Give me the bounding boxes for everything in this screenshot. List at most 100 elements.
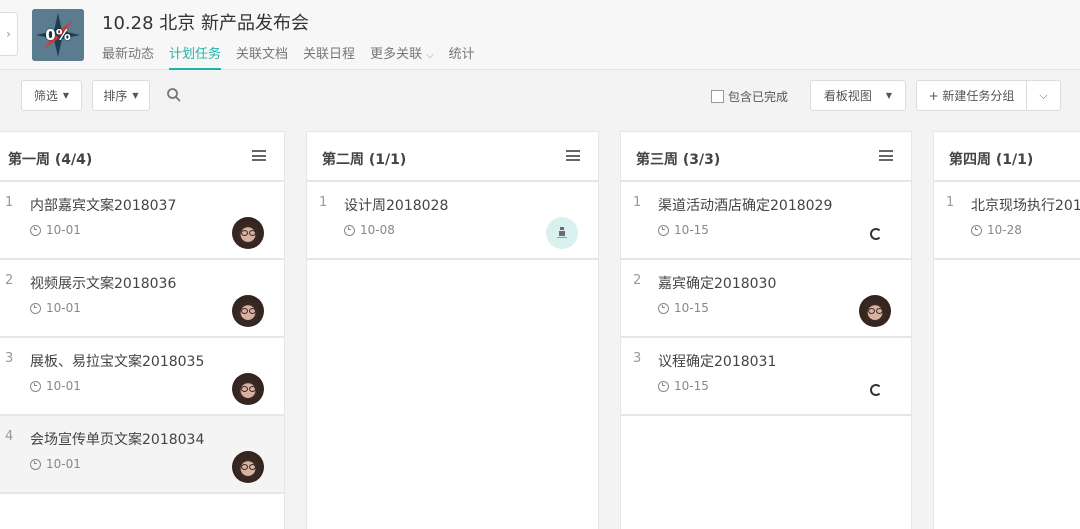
sidebar-expand-button[interactable]: ›	[0, 12, 18, 56]
column-header: 第一周 (4/4)	[0, 132, 284, 182]
filter-button-label: 筛选	[33, 89, 58, 103]
task-card[interactable]: 1 设计周2018028 10-08	[307, 182, 598, 260]
avatar[interactable]	[232, 451, 264, 483]
task-due-date: 10-01	[30, 301, 81, 315]
task-number: 2	[633, 273, 642, 288]
new-task-group-button[interactable]: + 新建任务分组	[916, 80, 1027, 111]
clock-icon	[30, 224, 41, 236]
task-column-week4: 第四周 (1/1) 1 北京现场执行2018032 10-28	[933, 131, 1080, 529]
task-date-text: 10-28	[987, 223, 1022, 237]
clock-icon	[344, 224, 355, 236]
task-card[interactable]: 2 视频展示文案2018036 10-01	[0, 260, 284, 338]
user-logo-icon	[557, 227, 567, 238]
sort-button[interactable]: 排序 ▼	[92, 80, 150, 111]
task-number: 1	[946, 195, 955, 210]
clock-icon	[30, 458, 41, 470]
task-title[interactable]: 嘉宾确定2018030	[658, 273, 776, 293]
include-completed-toggle[interactable]: 包含已完成	[711, 88, 788, 105]
task-date-text: 10-08	[360, 223, 395, 237]
task-card[interactable]: 3 议程确定2018031 10-15	[621, 338, 911, 416]
include-completed-label: 包含已完成	[728, 90, 789, 104]
loading-spinner-icon	[870, 228, 882, 240]
task-card[interactable]: 4 会场宣传单页文案2018034 10-01	[0, 416, 284, 494]
task-card[interactable]: 2 嘉宾确定2018030 10-15	[621, 260, 911, 338]
project-tabs: 最新动态 计划任务 关联文档 关联日程 更多关联 ⌵ 统计	[102, 43, 490, 70]
task-title[interactable]: 内部嘉宾文案2018037	[30, 195, 176, 215]
tab-latest[interactable]: 最新动态	[102, 43, 154, 70]
task-column-week2: 第二周 (1/1) 1 设计周2018028 10-08	[306, 131, 599, 529]
task-date-text: 10-01	[46, 301, 81, 315]
project-logo: 0%	[32, 9, 84, 61]
task-title[interactable]: 渠道活动酒店确定2018029	[658, 195, 832, 215]
sort-button-label: 排序	[103, 89, 128, 103]
task-card[interactable]: 1 渠道活动酒店确定2018029 10-15	[621, 182, 911, 260]
avatar[interactable]	[232, 295, 264, 327]
task-card[interactable]: 3 展板、易拉宝文案2018035 10-01	[0, 338, 284, 416]
chevron-down-icon: ⌵	[426, 50, 434, 61]
tab-related-docs[interactable]: 关联文档	[236, 43, 288, 70]
task-due-date: 10-01	[30, 379, 81, 393]
view-select-label: 看板视图	[823, 89, 872, 103]
task-number: 1	[633, 195, 642, 210]
menu-icon[interactable]	[252, 150, 266, 161]
task-column-week1: 第一周 (4/4) 1 内部嘉宾文案2018037 10-01 2 视频展示文案…	[0, 131, 285, 529]
avatar[interactable]	[232, 373, 264, 405]
task-title[interactable]: 展板、易拉宝文案2018035	[30, 351, 204, 371]
task-number: 1	[319, 195, 328, 210]
progress-percent: 0%	[45, 26, 71, 44]
menu-icon[interactable]	[566, 150, 580, 161]
avatar[interactable]	[232, 217, 264, 249]
task-date-text: 10-15	[674, 223, 709, 237]
board-toolbar: 筛选 ▼ 排序 ▼ 包含已完成 看板视图 ▼ + 新建任务分组 ⌵	[0, 71, 1080, 131]
column-header: 第四周 (1/1)	[934, 132, 1080, 182]
task-due-date: 10-15	[658, 223, 709, 237]
tab-more-related-label: 更多关联	[370, 47, 423, 62]
include-completed-checkbox[interactable]	[711, 90, 724, 103]
column-title: 第三周 (3/3)	[636, 152, 721, 168]
caret-down-icon: ▼	[62, 91, 70, 100]
clock-icon	[971, 224, 982, 236]
column-header: 第三周 (3/3)	[621, 132, 911, 182]
task-date-text: 10-01	[46, 379, 81, 393]
column-header: 第二周 (1/1)	[307, 132, 598, 182]
column-title: 第二周 (1/1)	[322, 152, 407, 168]
task-column-week3: 第三周 (3/3) 1 渠道活动酒店确定2018029 10-15 2 嘉宾确定…	[620, 131, 912, 529]
new-group-dropdown-button[interactable]: ⌵	[1026, 80, 1061, 111]
clock-icon	[30, 302, 41, 314]
task-due-date: 10-28	[971, 223, 1022, 237]
clock-icon	[658, 224, 669, 236]
task-card[interactable]: 1 内部嘉宾文案2018037 10-01	[0, 182, 284, 260]
chevron-right-icon: ›	[6, 27, 11, 41]
task-due-date: 10-01	[30, 457, 81, 471]
tab-statistics[interactable]: 统计	[449, 43, 475, 70]
project-header: › 0% 10.28 北京 新产品发布会 最新动态 计划任务 关联文档 关联日程…	[0, 0, 1080, 70]
clock-icon	[658, 302, 669, 314]
page-title: 10.28 北京 新产品发布会	[102, 13, 309, 34]
task-title[interactable]: 视频展示文案2018036	[30, 273, 176, 293]
avatar[interactable]	[546, 217, 578, 249]
task-due-date: 10-15	[658, 379, 709, 393]
task-number: 1	[5, 195, 14, 210]
task-title[interactable]: 议程确定2018031	[658, 351, 776, 371]
search-icon[interactable]	[166, 87, 182, 103]
tab-planned-tasks[interactable]: 计划任务	[169, 43, 222, 70]
menu-icon[interactable]	[879, 150, 893, 161]
tab-more-related[interactable]: 更多关联 ⌵	[370, 43, 434, 70]
task-card[interactable]: 1 北京现场执行2018032 10-28	[934, 182, 1080, 260]
clock-icon	[30, 380, 41, 392]
task-date-text: 10-15	[674, 379, 709, 393]
chevron-down-icon: ⌵	[1039, 88, 1048, 102]
tab-related-schedule[interactable]: 关联日程	[303, 43, 355, 70]
task-date-text: 10-01	[46, 223, 81, 237]
column-title: 第四周 (1/1)	[949, 152, 1034, 168]
view-select-button[interactable]: 看板视图 ▼	[810, 80, 906, 111]
caret-down-icon: ▼	[885, 91, 893, 100]
task-due-date: 10-08	[344, 223, 395, 237]
task-title[interactable]: 设计周2018028	[344, 195, 448, 215]
task-title[interactable]: 会场宣传单页文案2018034	[30, 429, 204, 449]
clock-icon	[658, 380, 669, 392]
task-title[interactable]: 北京现场执行2018032	[971, 195, 1080, 215]
filter-button[interactable]: 筛选 ▼	[21, 80, 82, 111]
avatar[interactable]	[859, 295, 891, 327]
column-title: 第一周 (4/4)	[8, 152, 93, 168]
